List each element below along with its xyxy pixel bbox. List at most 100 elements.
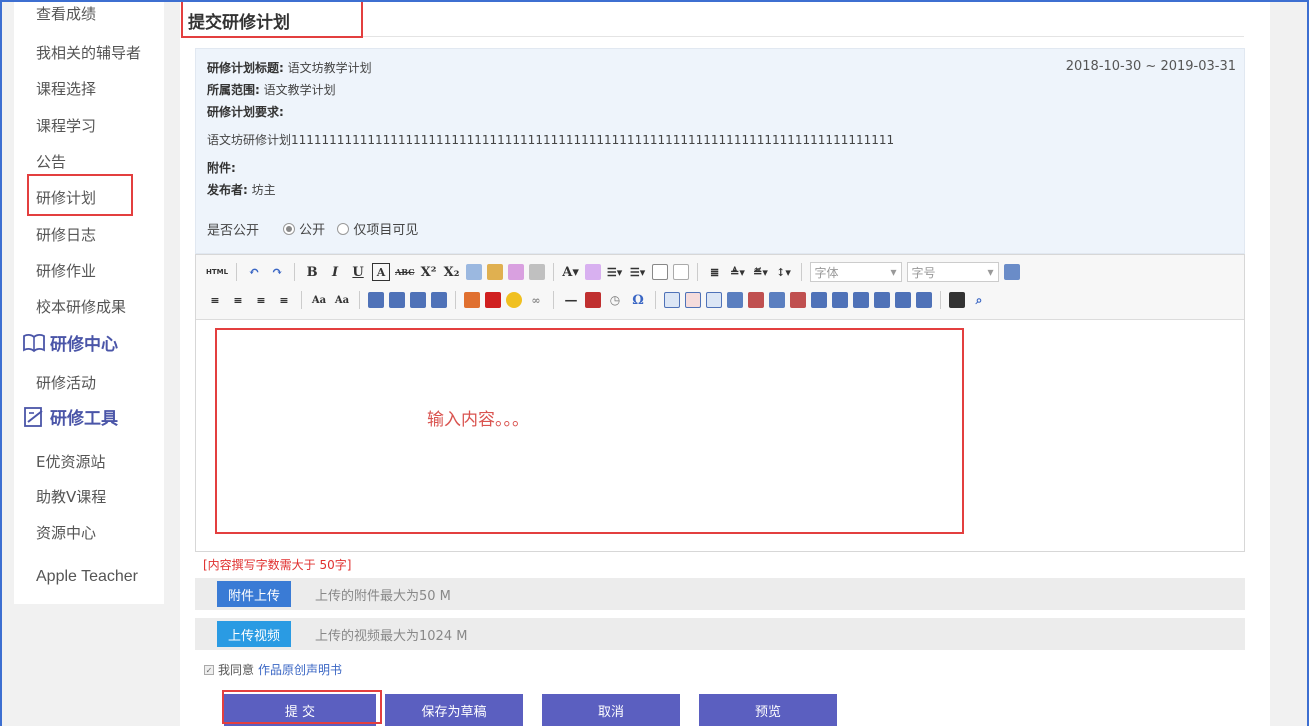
submit-button[interactable]: 提 交 [224,694,376,726]
editor-content-area[interactable]: 输入内容。。。 [196,321,1244,551]
originality-statement-link[interactable]: 作品原创声明书 [258,661,342,678]
image-center-icon[interactable] [431,292,447,308]
subscript-icon[interactable]: X₂ [443,263,461,281]
toolbar-separator [294,263,296,281]
highlight-color-icon[interactable] [584,264,601,280]
image-float-left-icon[interactable] [368,292,384,308]
video-upload-button[interactable]: 上传视频 [217,621,291,647]
insert-row-icon[interactable] [727,292,743,308]
sidebar-item-study-activity[interactable]: 研修活动 [36,372,96,393]
text-direction-ltr-icon[interactable]: Aa [310,291,328,309]
tools-icon [24,406,43,427]
text-direction-rtl-icon[interactable]: Aa [333,291,351,309]
split-rows-icon[interactable] [895,292,911,308]
insert-image-icon[interactable] [464,292,480,308]
insert-col-icon[interactable] [769,292,785,308]
radio-private[interactable]: 仅项目可见 [337,219,418,238]
time-icon[interactable]: ◷ [606,291,624,309]
link-icon[interactable]: ∞ [527,291,545,309]
eraser-icon[interactable] [465,264,482,280]
row-spacing-top-icon[interactable]: ≜▾ [729,263,747,281]
attachment-upload-hint: 上传的附件最大为50 M [315,588,451,604]
sidebar: 查看成绩 我相关的辅导者 课程选择 课程学习 公告 研修计划 研修日志 研修作业… [14,0,164,604]
preview-zoom-icon[interactable]: ⌕ [970,291,988,309]
merge-right-icon[interactable] [832,292,848,308]
clear-doc-icon[interactable] [672,264,689,280]
font-border-icon[interactable]: A [372,263,391,281]
line-height-icon[interactable]: ↕▾ [775,263,793,281]
plan-date-range: 2018-10-30 ~ 2019-03-31 [1065,59,1236,74]
align-right-icon[interactable]: ≡ [252,291,270,309]
font-color-icon[interactable]: A▾ [562,263,580,281]
sidebar-item-apple-teacher[interactable]: Apple Teacher [36,568,138,586]
bold-icon[interactable]: B [303,263,321,281]
merge-down-icon[interactable] [853,292,869,308]
split-cells-icon[interactable] [874,292,890,308]
radio-private-dot[interactable] [337,222,350,235]
delete-row-icon[interactable] [748,292,764,308]
sidebar-item-e-resources[interactable]: E优资源站 [36,451,105,472]
search-replace-icon[interactable] [949,292,965,308]
radio-public-dot[interactable] [283,222,296,235]
toolbar-separator [696,263,698,281]
insert-paragraph-before-table-icon[interactable] [706,292,722,308]
sidebar-item-ta-vcourse[interactable]: 助教V课程 [36,486,106,507]
html-source-button[interactable]: HTML [206,263,228,281]
word-count-hint: [内容撰写字数需大于 50字] [203,558,352,572]
agreement-checkbox[interactable]: ✓ [204,664,214,675]
auto-format-icon[interactable] [507,264,524,280]
paste-text-icon[interactable] [528,264,545,280]
insert-flash-icon[interactable] [485,292,501,308]
align-center-icon[interactable]: ≡ [229,291,247,309]
plan-requirements-text: 语文坊研修计划111111111111111111111111111111111… [207,133,895,147]
redo-icon[interactable]: ↷ [268,263,286,281]
paragraph-format-icon[interactable]: ≣ [706,263,724,281]
delete-col-icon[interactable] [790,292,806,308]
toolbar-separator [236,263,238,281]
strikethrough-icon[interactable]: ABC [395,263,414,281]
row-spacing-bottom-icon[interactable]: ≝▾ [752,263,770,281]
undo-icon[interactable]: ↶ [245,263,263,281]
sidebar-item-study-log[interactable]: 研修日志 [36,224,96,245]
radio-public[interactable]: 公开 [283,219,325,238]
insert-table-icon[interactable] [664,292,680,308]
preview-button[interactable]: 预览 [699,694,837,726]
select-all-icon[interactable] [651,264,668,280]
video-upload-row: 上传视频 上传的视频最大为1024 M [195,618,1245,650]
underline-icon[interactable]: U [349,263,367,281]
sidebar-item-study-plan[interactable]: 研修计划 [36,187,96,208]
date-icon[interactable] [585,292,601,308]
align-left-icon[interactable]: ≡ [206,291,224,309]
align-justify-icon[interactable]: ≡ [275,291,293,309]
italic-icon[interactable]: I [326,263,344,281]
font-size-select[interactable]: 字号 ▾ [906,262,999,282]
sidebar-item-study-homework[interactable]: 研修作业 [36,260,96,281]
sidebar-item-course-select[interactable]: 课程选择 [36,78,96,99]
sidebar-item-school-results[interactable]: 校本研修成果 [36,296,126,317]
cancel-button[interactable]: 取消 [542,694,680,726]
fullscreen-icon[interactable] [1003,264,1020,280]
ordered-list-icon[interactable]: ☰▾ [606,263,624,281]
merge-cells-icon[interactable] [811,292,827,308]
format-brush-icon[interactable] [486,264,503,280]
delete-table-icon[interactable] [685,292,701,308]
sidebar-item-course-study[interactable]: 课程学习 [36,115,96,136]
horizontal-rule-icon[interactable]: — [562,291,580,309]
sidebar-item-announcements[interactable]: 公告 [36,151,66,172]
sidebar-item-resource-center[interactable]: 资源中心 [36,522,96,543]
special-char-icon[interactable]: Ω [629,291,647,309]
sidebar-item-my-tutors[interactable]: 我相关的辅导者 [36,42,141,63]
emoticon-icon[interactable] [506,292,522,308]
toolbar-separator [940,291,941,309]
save-draft-button[interactable]: 保存为草稿 [385,694,523,726]
image-inline-icon[interactable] [410,292,426,308]
superscript-icon[interactable]: X² [420,263,438,281]
plan-scope-value: 语文教学计划 [263,83,336,97]
split-cols-icon[interactable] [916,292,932,308]
plan-requirements-label: 研修计划要求: [207,103,284,120]
font-family-select[interactable]: 字体 ▾ [809,262,902,282]
sidebar-item-view-grades[interactable]: 查看成绩 [36,3,96,24]
unordered-list-icon[interactable]: ☰▾ [629,263,647,281]
attachment-upload-button[interactable]: 附件上传 [217,581,291,607]
image-float-right-icon[interactable] [389,292,405,308]
